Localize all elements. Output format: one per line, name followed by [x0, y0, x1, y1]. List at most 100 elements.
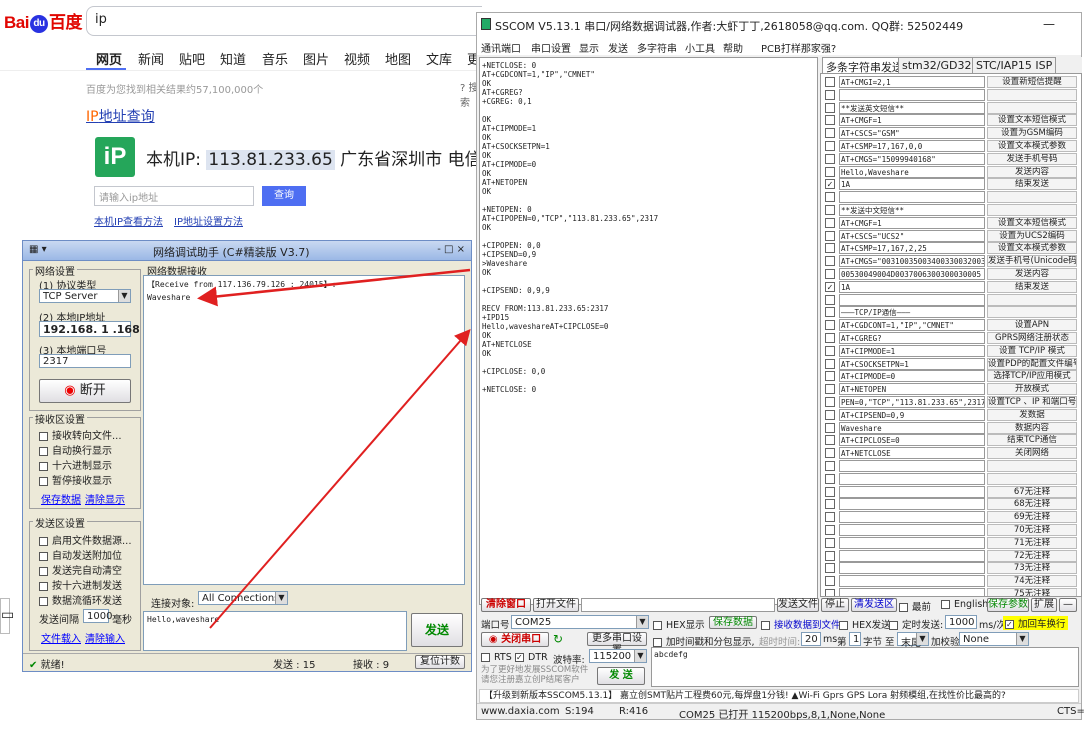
hex-display-checkbox[interactable]: 十六进制显示	[39, 457, 112, 472]
auto-clear-checkbox[interactable]: 发送完自动清空	[39, 562, 122, 577]
row-checkbox[interactable]	[825, 589, 835, 596]
tab-video[interactable]: 视频	[344, 49, 370, 68]
row-command-field[interactable]	[839, 88, 985, 101]
row-send-button[interactable]: 69无注释	[987, 511, 1077, 524]
row-checkbox[interactable]	[825, 550, 835, 561]
ip-query-input[interactable]: 请输入ip地址	[94, 186, 254, 206]
row-checkbox[interactable]	[825, 499, 835, 510]
row-send-button[interactable]: 结束TCP通信	[987, 434, 1077, 447]
tab-images[interactable]: 图片	[303, 49, 329, 68]
row-send-button[interactable]: 结束发送	[987, 280, 1077, 293]
tab-map[interactable]: 地图	[385, 49, 411, 68]
row-command-field[interactable]	[839, 472, 985, 485]
timed-send-checkbox[interactable]: 定时发送:	[889, 617, 943, 631]
row-command-field[interactable]: AT+CSMP=17,167,0,0	[839, 140, 985, 152]
row-checkbox[interactable]	[825, 435, 835, 446]
hex-send-checkbox[interactable]: HEX发送	[839, 617, 891, 631]
row-command-field[interactable]	[839, 511, 985, 524]
serial-output[interactable]: +NETCLOSE: 0 AT+CGDCONT=1,"IP","CMNET" O…	[479, 57, 818, 605]
row-command-field[interactable]	[839, 588, 985, 596]
row-send-button[interactable]: 设置APN	[987, 319, 1077, 332]
baud-select[interactable]: 115200 ▼	[589, 649, 647, 663]
row-command-field[interactable]	[839, 293, 985, 306]
row-send-button[interactable]: 选择TCP/IP应用模式	[987, 370, 1077, 383]
row-send-button[interactable]: 设置文本短信模式	[987, 216, 1077, 229]
menu-multi-string[interactable]: 多字符串	[637, 40, 677, 55]
row-command-field[interactable]	[839, 485, 985, 498]
send-button[interactable]: 发 送	[597, 667, 645, 685]
row-checkbox[interactable]	[825, 320, 835, 331]
row-checkbox[interactable]	[825, 153, 835, 164]
protocol-select[interactable]: TCP Server ▼	[39, 289, 131, 303]
row-command-field[interactable]: AT+CMGF=1	[839, 216, 985, 229]
clear-window-button[interactable]: 清除窗口	[481, 598, 531, 612]
row-command-field[interactable]	[839, 498, 985, 511]
row-send-button[interactable]: 发送手机号(Unicode码	[987, 255, 1077, 268]
baidu-logo[interactable]: Bai du 百度	[4, 8, 82, 33]
clear-send-button[interactable]: 清发送区	[851, 598, 897, 612]
row-checkbox[interactable]	[825, 217, 835, 228]
row-checkbox[interactable]	[825, 307, 835, 318]
ip-view-method-link[interactable]: 本机IP查看方法	[94, 213, 163, 228]
search-input[interactable]: ip	[86, 6, 482, 36]
row-command-field[interactable]: AT+CMGS="00310035003400330032003	[839, 255, 985, 268]
row-send-button[interactable]: 设置新短信提醒	[987, 76, 1077, 88]
row-command-field[interactable]: Hello,Waveshare	[839, 165, 985, 178]
row-send-button[interactable]: 设置TCP 、IP 和端口号	[987, 396, 1077, 408]
send-file-button[interactable]: 发送文件	[777, 598, 819, 612]
row-command-field[interactable]: AT+CMGS="15099940168"	[839, 152, 985, 165]
file-load-link[interactable]: 文件载入	[41, 630, 81, 645]
row-checkbox[interactable]	[825, 486, 835, 497]
row-checkbox[interactable]	[825, 205, 835, 215]
menu-pcb[interactable]: PCB打样那家强?	[761, 40, 836, 55]
reset-count-button[interactable]: 复位计数	[415, 655, 465, 669]
timed-interval-field[interactable]: 1000	[945, 615, 977, 629]
row-checkbox[interactable]	[825, 269, 835, 279]
row-checkbox[interactable]	[825, 512, 835, 523]
auto-append-checkbox[interactable]: 自动发送附加位	[39, 547, 122, 562]
row-checkbox[interactable]: ✓	[825, 281, 835, 292]
save-data-link[interactable]: 保存数据	[41, 491, 81, 506]
row-send-button[interactable]: 发送内容	[987, 268, 1077, 280]
clear-input-link[interactable]: 清除输入	[85, 630, 125, 645]
tab-tieba[interactable]: 贴吧	[179, 49, 205, 68]
row-command-field[interactable]: Waveshare	[839, 421, 985, 434]
row-send-button[interactable]: 发送内容	[987, 165, 1077, 178]
row-send-button[interactable]	[987, 204, 1077, 216]
row-checkbox[interactable]	[825, 371, 835, 382]
save-params-button[interactable]: 保存参数	[987, 598, 1029, 612]
add-crlf-checkbox[interactable]: ✓ 加回车换行	[1003, 616, 1068, 630]
row-send-button[interactable]: 结束发送	[987, 178, 1077, 191]
checksum-select[interactable]: None ▼	[959, 632, 1029, 646]
row-command-field[interactable]: AT+NETOPEN	[839, 383, 985, 396]
row-checkbox[interactable]	[825, 256, 835, 267]
tab-multi-string[interactable]: 多条字符串发送	[822, 57, 907, 74]
row-checkbox[interactable]	[825, 141, 835, 151]
row-command-field[interactable]: AT+CSMP=17,167,2,25	[839, 242, 985, 255]
tab-news[interactable]: 新闻	[138, 49, 164, 68]
row-command-field[interactable]: AT+CMGI=2,1	[839, 76, 985, 88]
disconnect-button[interactable]: ◉ 断开	[39, 379, 131, 403]
row-send-button[interactable]: 设置文本模式参数	[987, 140, 1077, 152]
row-checkbox[interactable]	[825, 358, 835, 369]
timestamp-checkbox[interactable]: 加时间戳和分包显示,	[653, 634, 755, 648]
row-command-field[interactable]: AT+CIPMODE=1	[839, 344, 985, 357]
minimize-button[interactable]: —	[1043, 17, 1055, 31]
menu-help[interactable]: 帮助	[723, 40, 743, 55]
row-send-button[interactable]	[987, 101, 1077, 114]
row-command-field[interactable]: AT+CMGF=1	[839, 114, 985, 127]
save-data-button[interactable]: 保存数据	[709, 616, 757, 629]
row-send-button[interactable]	[987, 191, 1077, 204]
row-send-button[interactable]: 75无注释	[987, 588, 1077, 596]
topmost-checkbox[interactable]: 最前	[899, 599, 931, 613]
recv-to-file-checkbox[interactable]: 接收数据到文件	[761, 617, 841, 631]
desktop-note-icon[interactable]: ▭	[0, 598, 14, 634]
row-command-field[interactable]	[839, 562, 985, 575]
recv-to-file-checkbox[interactable]: 接收转向文件...	[39, 427, 122, 442]
collapse-button[interactable]: —	[1059, 598, 1077, 612]
row-checkbox[interactable]	[825, 473, 835, 484]
row-checkbox[interactable]	[825, 192, 835, 203]
row-send-button[interactable]: 73无注释	[987, 562, 1077, 575]
row-command-field[interactable]: AT+CIPSEND=0,9	[839, 408, 985, 421]
row-send-button[interactable]: 设置为GSM编码	[987, 127, 1077, 140]
